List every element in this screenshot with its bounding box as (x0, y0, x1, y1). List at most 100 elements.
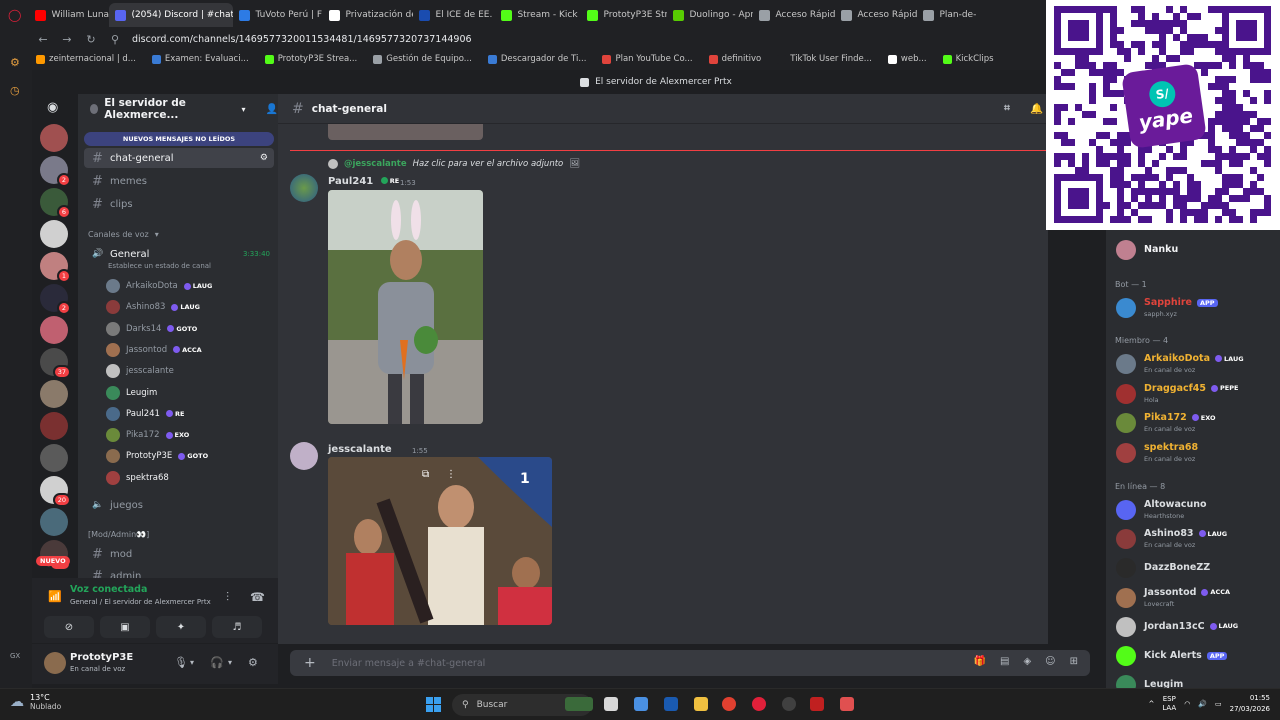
wifi-icon[interactable]: ◠ (1184, 700, 1190, 708)
browser-tab[interactable]: PrototyP3E Stre (581, 3, 667, 27)
browser-tab[interactable]: El ICE de EE. UU (413, 3, 495, 27)
avatar[interactable] (290, 442, 318, 470)
server-icon[interactable]: 20 (40, 476, 71, 507)
voice-connected-subtitle[interactable]: General / El servidor de Alexmercer Prtx (70, 598, 211, 606)
new-badge[interactable]: NUEVO (36, 556, 70, 566)
screen-share-button[interactable]: ▣ (100, 616, 150, 638)
server-icon[interactable] (40, 220, 68, 248)
browser-logo-icon[interactable]: ◯ (0, 8, 29, 22)
threads-icon[interactable]: ⌗ (1004, 102, 1010, 115)
gift-icon[interactable]: 🎁 (974, 656, 986, 667)
server-icon[interactable] (40, 380, 68, 408)
server-header[interactable]: El servidor de Alexmerce... ▾ 👤 (78, 94, 278, 124)
voice-user[interactable]: Darks14 GOTO (106, 320, 197, 338)
discord-home-icon[interactable]: ◉ (47, 100, 58, 115)
open-external-icon[interactable]: ⧉ (422, 469, 429, 480)
voice-user[interactable]: ArkaikoDota LAUG (106, 277, 212, 295)
chrome-icon[interactable] (722, 697, 736, 711)
bookmark-item[interactable]: definitivo (708, 54, 761, 64)
avatar[interactable] (290, 174, 318, 202)
volume-icon[interactable]: 🔊 (1198, 700, 1207, 708)
member-item[interactable]: Ashino83 LAUG En canal de voz (1114, 525, 1280, 553)
start-button[interactable] (426, 697, 441, 712)
reply-reference[interactable]: @jesscalante Haz clic para ver el archiv… (328, 159, 580, 169)
member-item[interactable]: Altowacuno Hearthstone (1114, 496, 1280, 524)
activities-button[interactable]: ✦ (156, 616, 206, 638)
soundboard-button[interactable]: ♬ (212, 616, 262, 638)
notification-bell-icon[interactable]: 🔔 (1030, 102, 1043, 115)
message-author[interactable]: jesscalante (328, 444, 392, 455)
reply-user[interactable]: @jesscalante (344, 159, 407, 169)
browser-tab[interactable]: William Luna - V (29, 3, 109, 27)
member-item[interactable]: Pika172 EXO En canal de voz (1114, 409, 1280, 437)
member-item[interactable]: Kick Alerts APP (1114, 642, 1280, 670)
message-input[interactable]: Enviar mensaje a #chat-general (332, 658, 486, 669)
invite-icon[interactable]: 👤 (266, 104, 278, 115)
channel-clips[interactable]: # clips (84, 194, 274, 214)
category-mod[interactable]: [Mod/Admin👀] (88, 530, 149, 539)
voice-user[interactable]: Jassontod ACCA (106, 341, 202, 359)
server-icon[interactable] (40, 124, 68, 152)
chevron-down-icon[interactable]: ▾ (190, 658, 194, 667)
bookmark-item[interactable]: Plan YouTube Co... (602, 54, 693, 64)
url-text[interactable]: discord.com/channels/1469577320011534481… (132, 34, 472, 45)
bookmark-item[interactable]: KickClips (942, 54, 994, 64)
server-icon[interactable]: 2 (40, 156, 71, 187)
server-icon[interactable] (40, 412, 68, 440)
voice-user[interactable]: spektra68 (106, 469, 169, 487)
avatar[interactable] (44, 652, 66, 674)
channel-admin[interactable]: # admin (84, 566, 274, 579)
browser-tab[interactable]: TuVoto Perú | F (233, 3, 323, 27)
bookmark-item[interactable]: Descargador de Ti... (487, 54, 586, 64)
server-icon[interactable]: 37 (40, 348, 71, 379)
widgets-icon[interactable] (565, 697, 593, 711)
server-icon[interactable]: 2 (40, 284, 71, 315)
channel-settings-icon[interactable]: ⚙ (260, 153, 268, 163)
voice-user[interactable]: Pika172 EXO (106, 426, 189, 444)
server-icon[interactable] (40, 508, 68, 536)
reply-text[interactable]: Haz clic para ver el archivo adjunto (413, 159, 564, 169)
message-author[interactable]: Paul241 RE (328, 176, 399, 187)
clock-icon[interactable]: ◷ (10, 84, 20, 97)
voice-user[interactable]: jesscalante (106, 362, 174, 380)
weather-widget[interactable]: ☁ 13°C Nublado (10, 693, 61, 711)
channel-status-prompt[interactable]: Establece un estado de canal (108, 262, 211, 270)
more-icon[interactable]: ⋮ (446, 469, 456, 480)
channel-chat-general[interactable]: # chat-general ⚙ (84, 148, 274, 168)
battery-icon[interactable]: ▭ (1215, 700, 1222, 708)
voice-user[interactable]: Ashino83 LAUG (106, 298, 200, 316)
category-voice[interactable]: Canales de voz ▾ (88, 230, 159, 239)
bookmark-item[interactable]: web... (887, 54, 927, 64)
member-item[interactable]: Draggacf45 PEPE Hola (1114, 380, 1280, 408)
copilot-icon[interactable] (634, 697, 648, 711)
extension-icon[interactable]: ⚙ (10, 56, 20, 69)
noise-suppression-icon[interactable]: ⫶ (226, 590, 229, 605)
obs-icon[interactable] (782, 697, 796, 711)
member-item[interactable]: spektra68 En canal de voz (1114, 439, 1280, 467)
chevron-up-icon[interactable]: ^ (1148, 700, 1154, 708)
bookmark-item[interactable]: PrototyP3E Strea... (264, 54, 357, 64)
camera-off-button[interactable]: ⊘ (44, 616, 94, 638)
video-attachment[interactable]: 1 ⧉ ⋮ (328, 457, 552, 625)
server-icon[interactable] (40, 316, 68, 344)
channel-mod[interactable]: # mod (84, 544, 274, 564)
server-icon[interactable] (40, 444, 68, 472)
member-item[interactable]: Sapphire APP sapph.xyz (1114, 294, 1280, 322)
voice-user[interactable]: Leugim (106, 384, 157, 402)
panel-toggle-icon[interactable]: GX (10, 652, 20, 660)
reload-icon[interactable]: ↻ (84, 33, 98, 46)
file-explorer-icon[interactable] (694, 697, 708, 711)
voice-channel-general[interactable]: 🔊 General 3:33:40 (84, 244, 274, 264)
user-name[interactable]: PrototyP3E (70, 652, 133, 663)
voice-user[interactable]: Paul241 RE (106, 405, 184, 423)
emoji-icon[interactable]: ☺ (1045, 656, 1055, 667)
browser-tab[interactable]: Plan-de-G (917, 3, 977, 27)
author-name[interactable]: Paul241 (328, 176, 373, 187)
apps-icon[interactable]: ⊞ (1070, 656, 1078, 667)
headphones-icon[interactable]: 🎧 (210, 656, 224, 669)
store-icon[interactable] (664, 697, 678, 711)
disconnect-icon[interactable]: ☎ (250, 590, 265, 604)
app-icon[interactable] (840, 697, 854, 711)
bookmark-item[interactable]: TikTok User Finde... (777, 54, 872, 64)
browser-tab[interactable]: Acceso Rápido (835, 3, 917, 27)
